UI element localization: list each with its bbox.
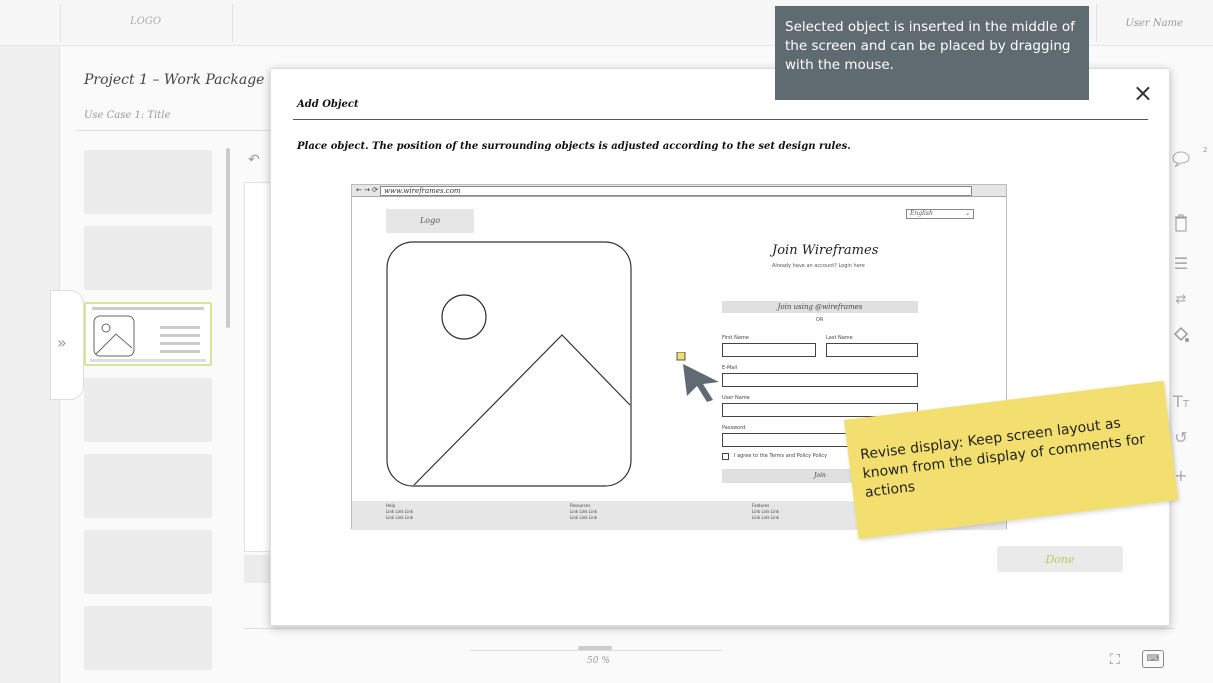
divider — [1096, 4, 1097, 42]
annotation-tooltip: Selected object is inserted in the middl… — [775, 6, 1089, 100]
footer-links: Link Link Link — [570, 515, 598, 520]
logo: LOGO — [130, 16, 162, 27]
or-label: OR — [816, 317, 824, 323]
close-icon[interactable]: × — [1133, 79, 1153, 107]
last-name-field — [826, 343, 918, 357]
agree-checkbox — [722, 453, 729, 460]
divider — [76, 130, 272, 131]
add-object-dialog: Add Object × Place object. The position … — [270, 68, 1170, 626]
comment-count-badge: 2 — [1203, 146, 1208, 154]
thumbnail-preview — [90, 307, 206, 362]
divider — [60, 4, 61, 42]
slide-thumbnail[interactable] — [84, 150, 212, 214]
done-button[interactable]: Done — [997, 546, 1123, 572]
agree-label: I agree to the Terms and Policy Policy — [734, 453, 828, 459]
zoom-level: 50 % — [587, 656, 610, 666]
browser-url: www.wireframes.com — [380, 186, 972, 196]
user-name[interactable]: User Name — [1125, 18, 1183, 29]
fullscreen-icon[interactable]: ⛶ — [1110, 652, 1120, 668]
expand-sidebar-button[interactable]: » — [50, 290, 84, 400]
swap-icon[interactable]: ⇄ — [1169, 292, 1193, 307]
double-chevron-right-icon: » — [57, 333, 67, 352]
trash-icon[interactable] — [1169, 214, 1193, 236]
slide-thumbnail-selected[interactable] — [84, 302, 212, 366]
project-title: Project 1 – Work Package 1 — [84, 72, 278, 88]
email-field — [722, 373, 918, 387]
history-icon[interactable]: ↺ — [1169, 428, 1193, 447]
use-case-title[interactable]: Use Case 1: Title — [84, 110, 170, 121]
dialog-instruction: Place object. The position of the surrou… — [297, 141, 851, 152]
drag-cursor-icon — [676, 352, 719, 402]
browser-nav-icons: ← → ⟳ — [356, 186, 379, 194]
dialog-title: Add Object — [297, 99, 359, 110]
footer-links: Link Link Link — [386, 515, 414, 520]
password-label: Password — [722, 425, 746, 431]
first-name-field — [722, 343, 816, 357]
footer-links: Link Link Link — [752, 515, 780, 520]
text-size-icon[interactable]: TT — [1169, 392, 1193, 411]
language-value: English — [910, 210, 933, 217]
slide-thumbnail[interactable] — [84, 454, 212, 518]
slide-thumbnail[interactable] — [84, 378, 212, 442]
comment-icon[interactable] — [1169, 150, 1193, 172]
thumbnails-scrollbar[interactable] — [226, 148, 230, 328]
zoom-slider-thumb[interactable] — [578, 646, 612, 650]
numbered-list-icon[interactable]: ☰ — [1169, 254, 1193, 273]
undo-icon[interactable]: ↶ — [248, 152, 260, 168]
zoom-slider-track[interactable] — [470, 650, 722, 651]
first-name-label: First Name — [722, 335, 749, 341]
image-placeholder-icon — [386, 241, 632, 487]
wireframe-logo: Logo — [386, 209, 474, 233]
slide-thumbnail[interactable] — [84, 530, 212, 594]
slide-thumbnails — [84, 150, 214, 682]
slide-thumbnail[interactable] — [84, 606, 212, 670]
footer-column: Features Link Link Link Link Link Link — [752, 503, 779, 521]
divider — [232, 4, 233, 42]
footer-column: Help Link Link Link Link Link Link — [386, 503, 413, 521]
chevron-down-icon: ⌄ — [964, 210, 970, 217]
last-name-label: Last Name — [826, 335, 853, 341]
wireframe-subheading: Already have an account? Login here — [772, 263, 865, 269]
footer-column: Resources Link Link Link Link Link Link — [570, 503, 597, 521]
keyboard-icon[interactable]: ⌨ — [1142, 650, 1164, 668]
language-select: English ⌄ — [906, 209, 974, 219]
wireframe-heading: Join Wireframes — [772, 243, 879, 258]
divider — [244, 628, 1174, 629]
divider — [293, 119, 1148, 120]
browser-bar: ← → ⟳ www.wireframes.com — [352, 185, 1006, 197]
paint-bucket-icon[interactable] — [1169, 326, 1193, 348]
slide-thumbnail[interactable] — [84, 226, 212, 290]
join-using-bar: Join using @wireframes — [722, 301, 918, 313]
